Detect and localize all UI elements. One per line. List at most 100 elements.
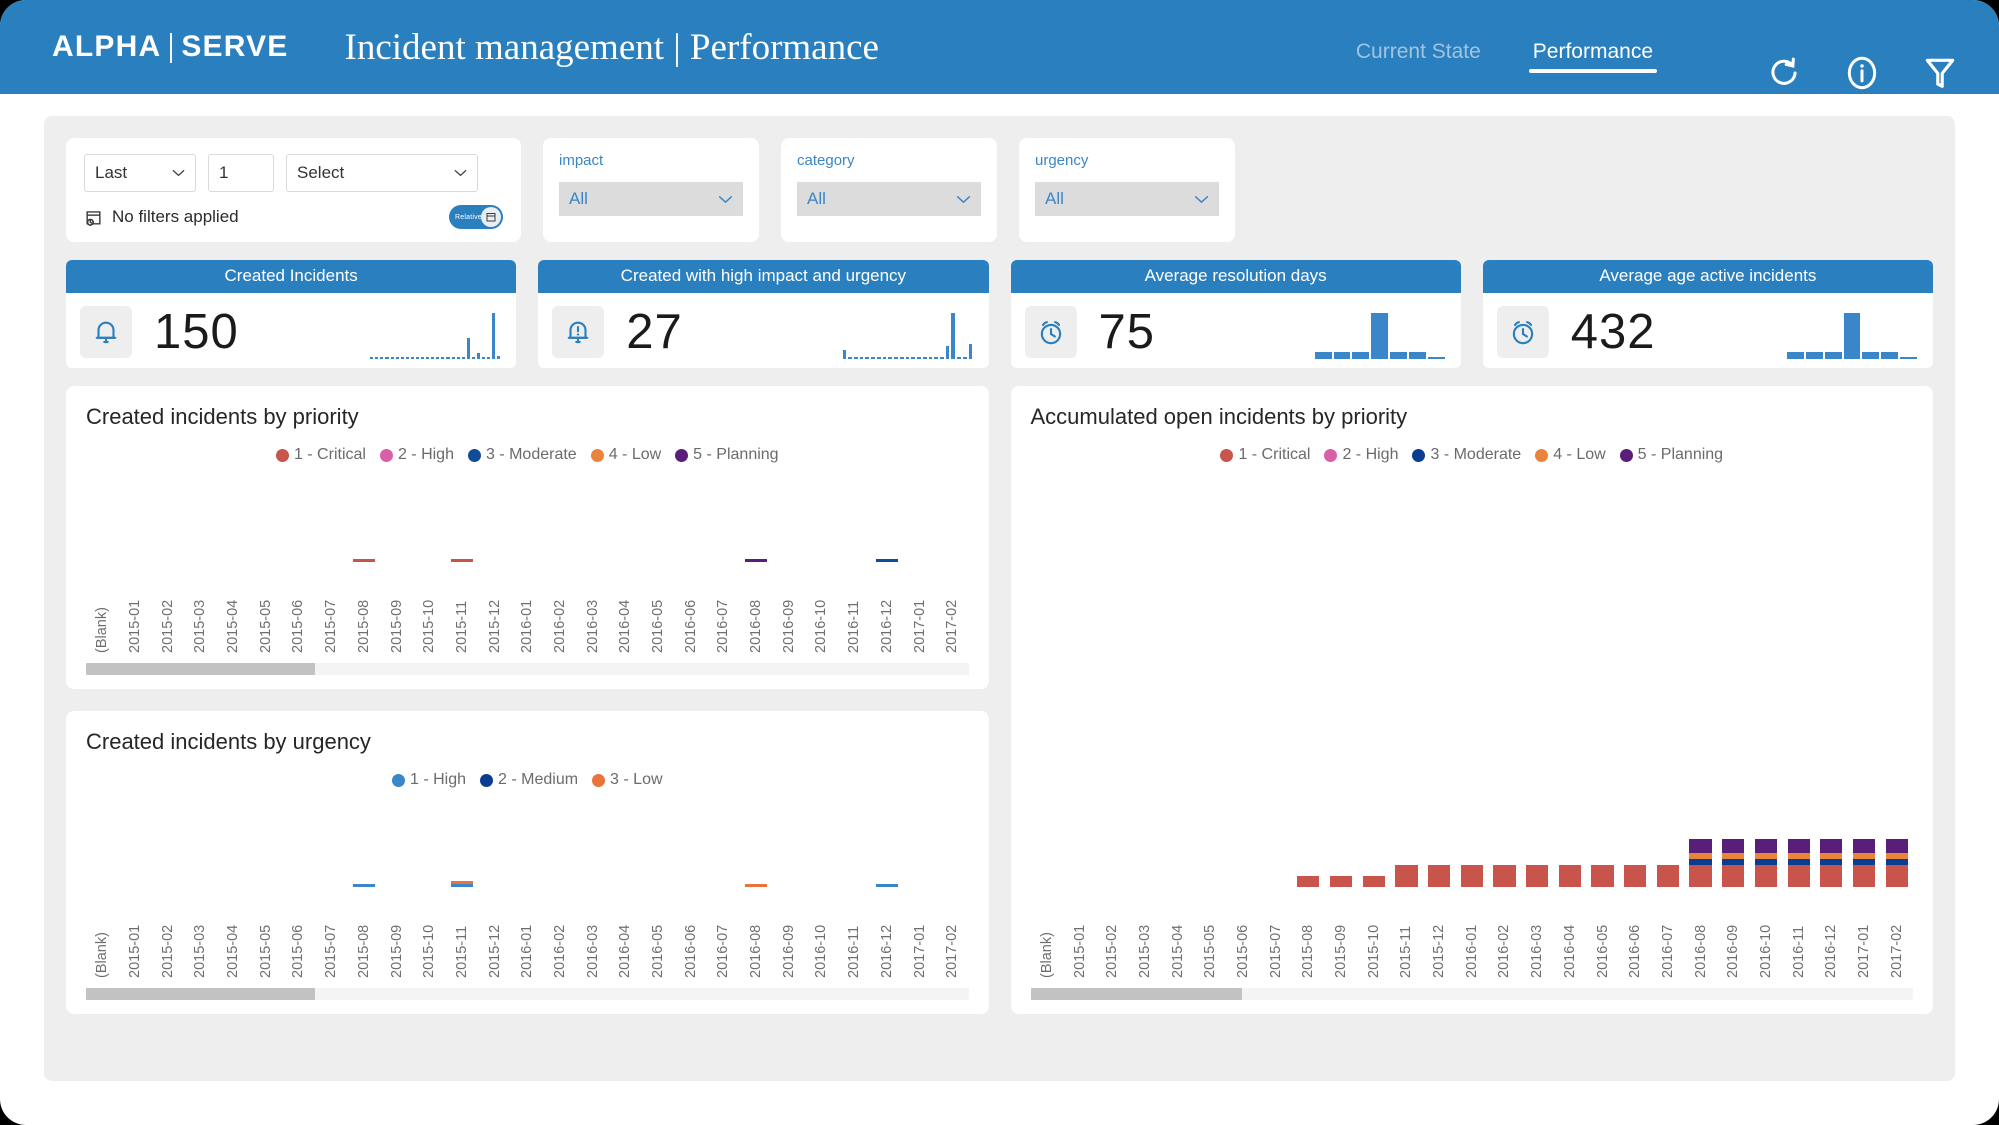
chart-category[interactable]: 2016-10 bbox=[805, 795, 838, 978]
chart-bar-stack[interactable] bbox=[1493, 865, 1515, 887]
chart-category[interactable]: 2015-11 bbox=[1390, 470, 1423, 978]
chart-category[interactable]: 2015-05 bbox=[249, 470, 282, 653]
chart-category[interactable]: (Blank) bbox=[1031, 470, 1064, 978]
chart-bar-stack[interactable] bbox=[1624, 865, 1646, 887]
chart-bar-segment[interactable] bbox=[451, 559, 473, 562]
chart-category[interactable]: 2016-10 bbox=[805, 470, 838, 653]
chart-scrollbar-thumb[interactable] bbox=[86, 663, 315, 675]
legend-item[interactable]: 4 - Low bbox=[1535, 446, 1605, 464]
date-mode-select[interactable]: Last bbox=[84, 154, 196, 192]
chart-plot-area[interactable]: (Blank)2015-012015-022015-032015-042015-… bbox=[86, 470, 969, 653]
slicer-category-select[interactable]: All bbox=[797, 182, 981, 216]
chart-bar-stack[interactable] bbox=[1820, 839, 1842, 887]
chart-category[interactable]: 2015-03 bbox=[184, 470, 217, 653]
legend-item[interactable]: 1 - High bbox=[392, 771, 466, 789]
chart-category[interactable]: 2017-02 bbox=[1880, 470, 1913, 978]
chart-category[interactable]: 2015-12 bbox=[478, 795, 511, 978]
chart-category[interactable]: 2016-05 bbox=[642, 795, 675, 978]
legend-item[interactable]: 2 - High bbox=[380, 446, 454, 464]
chart-bar-segment[interactable] bbox=[1624, 865, 1646, 887]
tab-current-state[interactable]: Current State bbox=[1352, 0, 1485, 94]
chart-category[interactable]: 2015-11 bbox=[446, 795, 479, 978]
chart-category[interactable]: 2016-01 bbox=[511, 795, 544, 978]
chart-category[interactable]: 2016-09 bbox=[772, 470, 805, 653]
chart-category[interactable]: 2015-06 bbox=[282, 470, 315, 653]
chart-category[interactable]: 2016-12 bbox=[871, 470, 904, 653]
chart-bar-segment[interactable] bbox=[1395, 865, 1417, 887]
legend-item[interactable]: 5 - Planning bbox=[1620, 446, 1723, 464]
chart-bar-segment[interactable] bbox=[1689, 865, 1711, 887]
chart-category[interactable]: 2016-07 bbox=[1652, 470, 1685, 978]
chart-bar-stack[interactable] bbox=[1428, 865, 1450, 887]
chart-category[interactable]: 2016-11 bbox=[1782, 470, 1815, 978]
chart-category[interactable]: 2016-02 bbox=[544, 795, 577, 978]
chart-category[interactable]: 2015-08 bbox=[1292, 470, 1325, 978]
chart-plot-area[interactable]: (Blank)2015-012015-022015-032015-042015-… bbox=[1031, 470, 1914, 978]
chart-category[interactable]: 2016-03 bbox=[1521, 470, 1554, 978]
chart-bar-stack[interactable] bbox=[1330, 876, 1352, 887]
chart-category[interactable]: 2016-12 bbox=[871, 795, 904, 978]
chart-bar-stack[interactable] bbox=[1788, 839, 1810, 887]
chart-category[interactable]: 2015-06 bbox=[1227, 470, 1260, 978]
chart-category[interactable]: 2016-11 bbox=[838, 795, 871, 978]
chart-category[interactable]: 2016-01 bbox=[511, 470, 544, 653]
chart-bar-segment[interactable] bbox=[1493, 865, 1515, 887]
chart-bar-segment[interactable] bbox=[1559, 865, 1581, 887]
slicer-impact-select[interactable]: All bbox=[559, 182, 743, 216]
chart-category[interactable]: 2017-02 bbox=[936, 470, 969, 653]
chart-category[interactable]: 2015-03 bbox=[184, 795, 217, 978]
chart-bar-stack[interactable] bbox=[745, 884, 767, 887]
chart-category[interactable]: 2016-08 bbox=[740, 795, 773, 978]
chart-category[interactable]: 2016-04 bbox=[609, 795, 642, 978]
chart-bar-segment[interactable] bbox=[876, 559, 898, 562]
chart-category[interactable]: 2016-03 bbox=[576, 795, 609, 978]
chart-category[interactable]: 2015-10 bbox=[413, 795, 446, 978]
chart-bar-segment[interactable] bbox=[1788, 839, 1810, 853]
chart-bar-segment[interactable] bbox=[745, 559, 767, 562]
chart-bar-stack[interactable] bbox=[1689, 839, 1711, 887]
chart-category[interactable]: 2016-02 bbox=[1488, 470, 1521, 978]
chart-category[interactable]: 2017-01 bbox=[903, 795, 936, 978]
chart-scrollbar[interactable] bbox=[86, 663, 969, 675]
chart-bar-stack[interactable] bbox=[451, 881, 473, 887]
legend-item[interactable]: 5 - Planning bbox=[675, 446, 778, 464]
chart-bar-stack[interactable] bbox=[1559, 865, 1581, 887]
chart-scrollbar-thumb[interactable] bbox=[86, 988, 315, 1000]
chart-category[interactable]: 2015-02 bbox=[1096, 470, 1129, 978]
legend-item[interactable]: 3 - Moderate bbox=[1412, 446, 1521, 464]
chart-bar-segment[interactable] bbox=[1591, 865, 1613, 887]
chart-category[interactable]: 2015-02 bbox=[151, 795, 184, 978]
chart-category[interactable]: 2015-07 bbox=[315, 470, 348, 653]
chart-category[interactable]: 2017-01 bbox=[1848, 470, 1881, 978]
chart-bar-segment[interactable] bbox=[1526, 865, 1548, 887]
chart-bar-stack[interactable] bbox=[876, 884, 898, 887]
chart-category[interactable]: 2016-03 bbox=[576, 470, 609, 653]
chart-category[interactable]: 2017-01 bbox=[903, 470, 936, 653]
chart-category[interactable]: 2016-08 bbox=[740, 470, 773, 653]
chart-category[interactable]: 2016-07 bbox=[707, 795, 740, 978]
chart-bar-stack[interactable] bbox=[1755, 839, 1777, 887]
chart-category[interactable]: 2016-11 bbox=[838, 470, 871, 653]
chart-bar-segment[interactable] bbox=[1755, 839, 1777, 853]
chart-category[interactable]: 2015-09 bbox=[380, 795, 413, 978]
chart-bar-segment[interactable] bbox=[1886, 865, 1908, 887]
chart-category[interactable]: 2015-07 bbox=[315, 795, 348, 978]
chart-category[interactable]: 2015-08 bbox=[348, 795, 381, 978]
chart-category[interactable]: 2015-04 bbox=[1161, 470, 1194, 978]
chart-category[interactable]: 2015-04 bbox=[217, 795, 250, 978]
chart-category[interactable]: 2016-06 bbox=[1619, 470, 1652, 978]
chart-category[interactable]: (Blank) bbox=[86, 795, 119, 978]
legend-item[interactable]: 3 - Low bbox=[592, 771, 662, 789]
chart-bar-segment[interactable] bbox=[1722, 865, 1744, 887]
chart-scrollbar[interactable] bbox=[86, 988, 969, 1000]
legend-item[interactable]: 1 - Critical bbox=[1220, 446, 1310, 464]
chart-category[interactable]: 2015-09 bbox=[380, 470, 413, 653]
chart-category[interactable]: 2015-06 bbox=[282, 795, 315, 978]
chart-bar-stack[interactable] bbox=[1722, 839, 1744, 887]
chart-bar-stack[interactable] bbox=[1395, 865, 1417, 887]
filter-icon[interactable] bbox=[1921, 54, 1959, 92]
chart-category[interactable]: 2016-06 bbox=[674, 470, 707, 653]
chart-category[interactable]: 2016-01 bbox=[1455, 470, 1488, 978]
info-icon[interactable] bbox=[1843, 54, 1881, 92]
chart-bar-segment[interactable] bbox=[1820, 865, 1842, 887]
